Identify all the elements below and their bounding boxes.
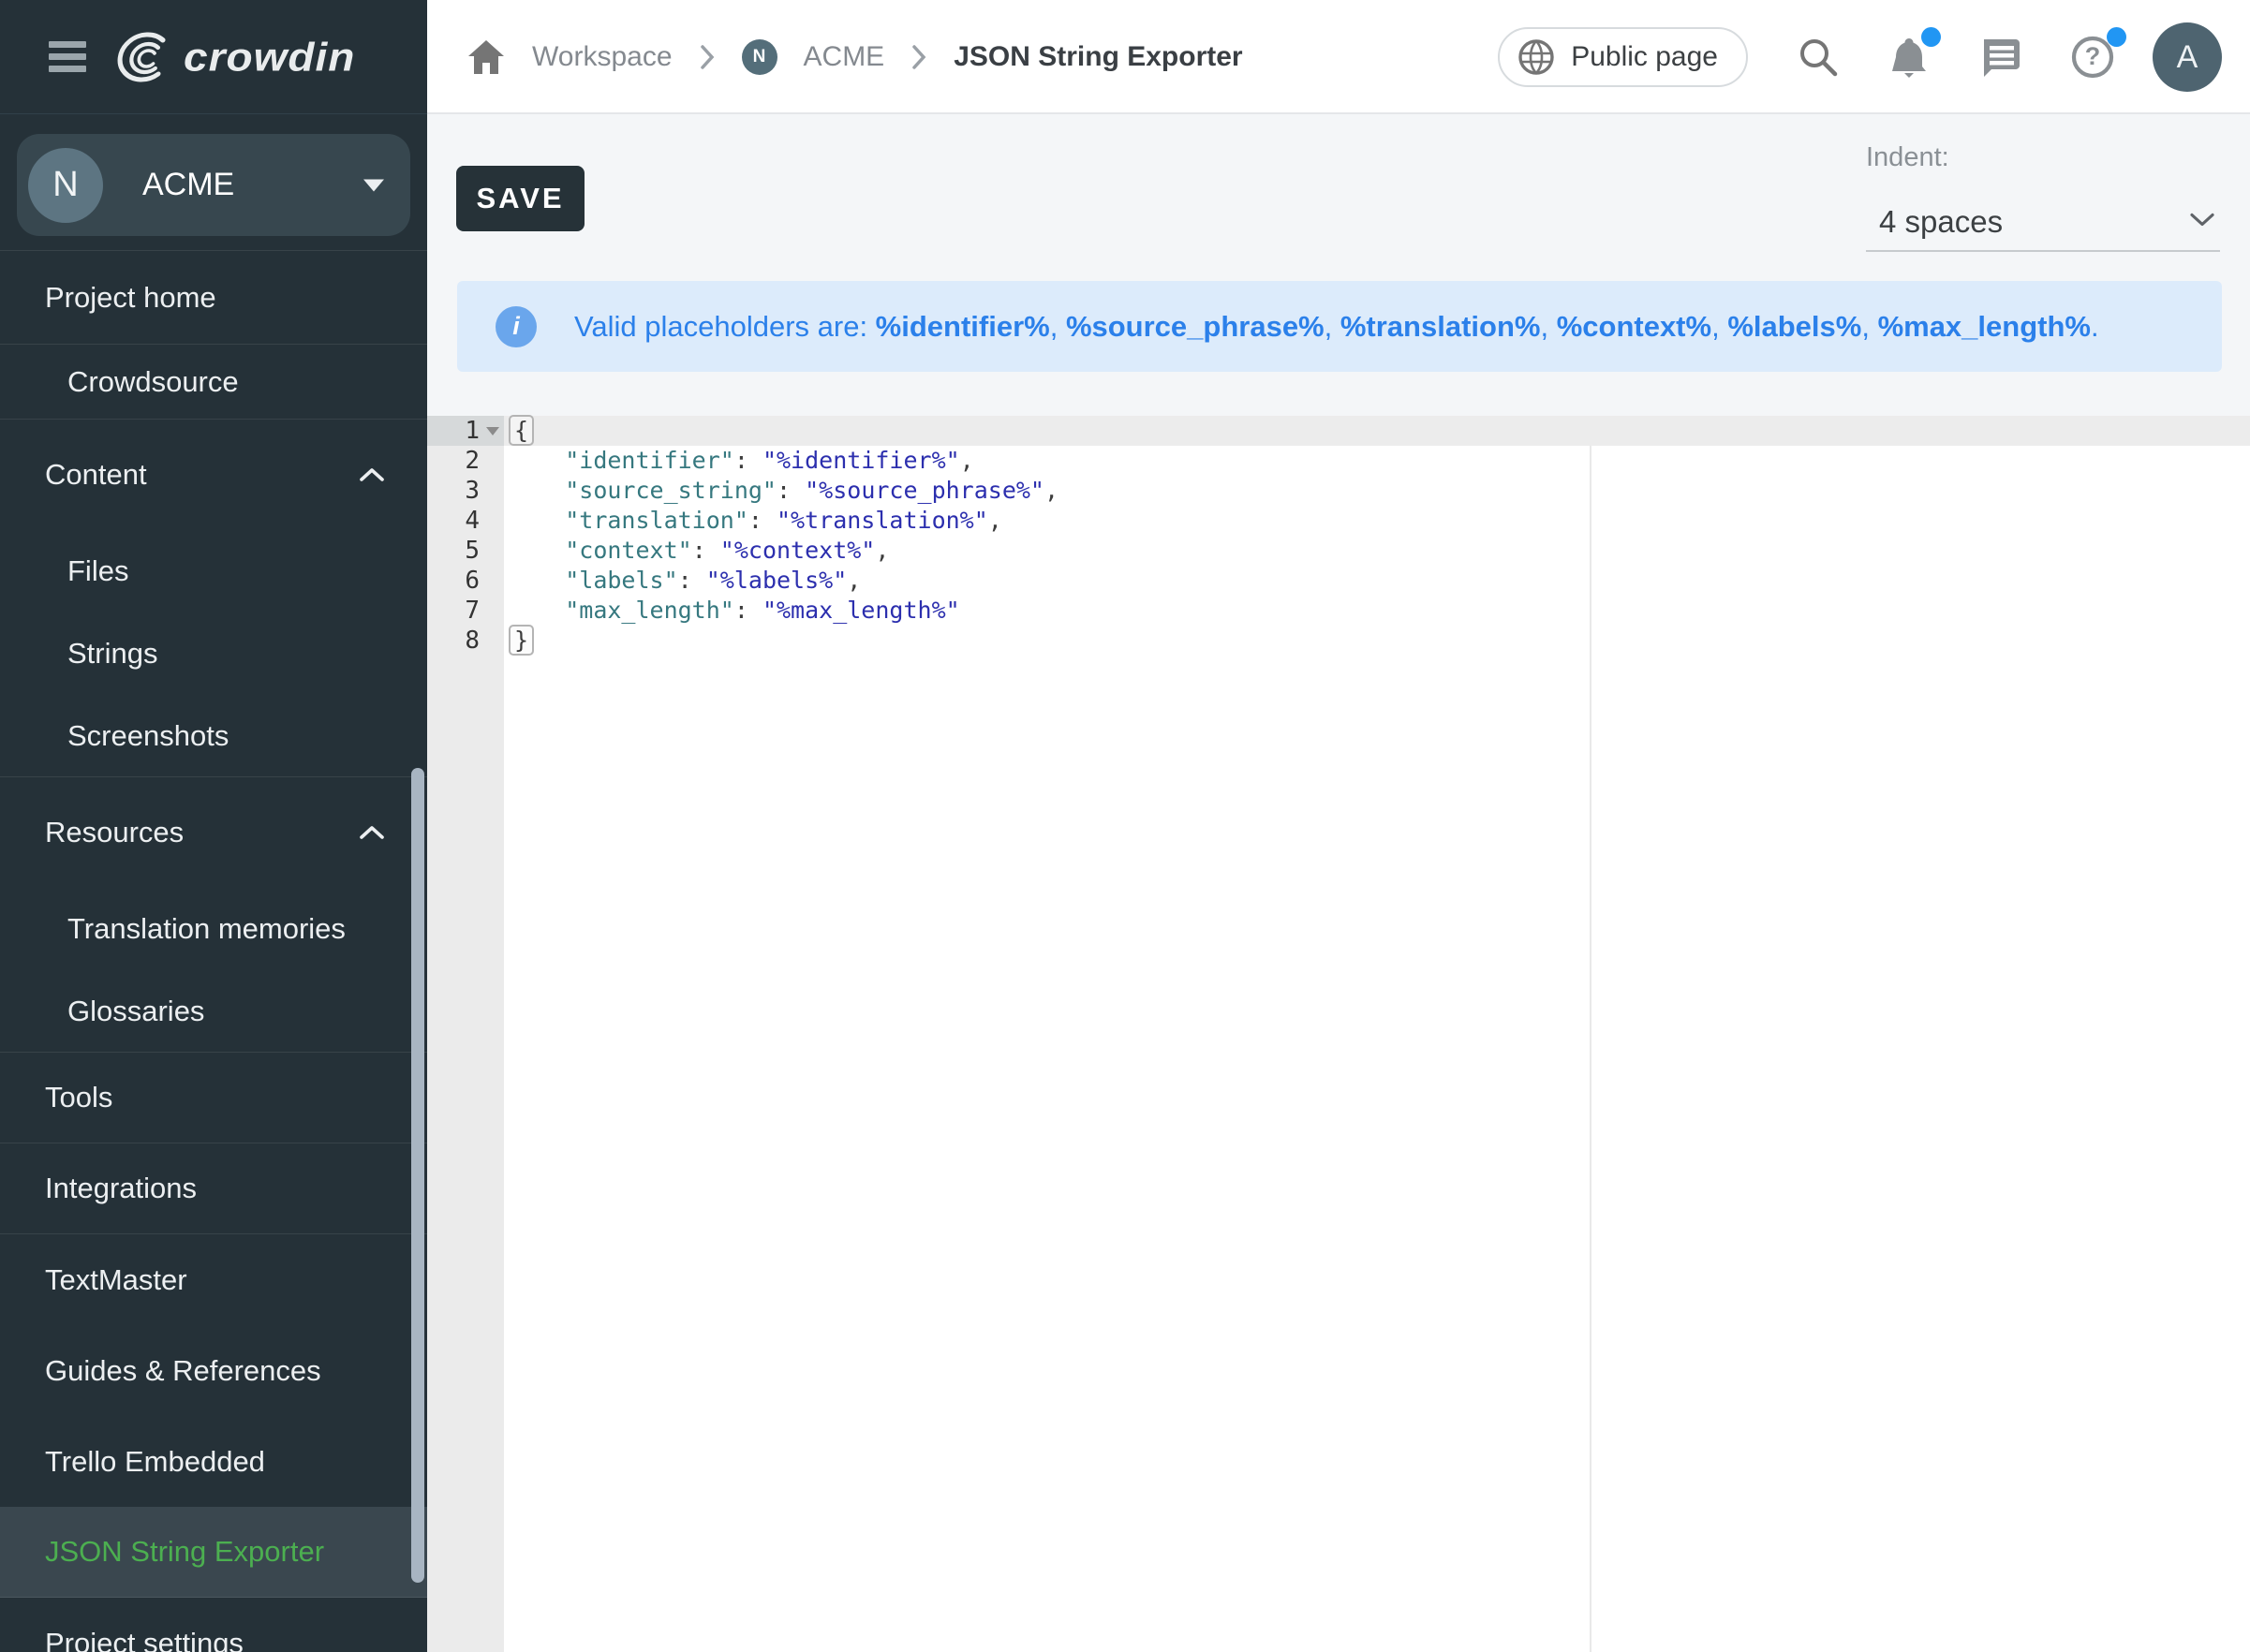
user-avatar[interactable]: A: [2153, 22, 2222, 92]
line-content: "identifier": "%identifier%",: [504, 446, 2250, 476]
chevron-right-icon: [699, 43, 716, 71]
sidebar-item-content[interactable]: Content: [0, 420, 427, 530]
crowdin-wordmark: crowdin: [184, 34, 355, 81]
line-number: 4: [427, 506, 504, 536]
code-lines: 1 { 2 "identifier": "%identifier%", 3 "s…: [427, 416, 2250, 656]
code-editor[interactable]: 1 { 2 "identifier": "%identifier%", 3 "s…: [427, 416, 2250, 1652]
app-header: crowdin Workspace N ACME JSON String Exp…: [0, 0, 2250, 114]
indent-select[interactable]: 4 spaces: [1866, 194, 2220, 252]
breadcrumb-workspace[interactable]: Workspace: [532, 41, 673, 73]
project-avatar: N: [28, 148, 103, 223]
line-number: 3: [427, 476, 504, 506]
sidebar-item-translation-memories[interactable]: Translation memories: [0, 888, 427, 970]
sidebar-item-crowdsource[interactable]: Crowdsource: [0, 345, 427, 420]
sidebar-item-project-settings[interactable]: Project settings: [0, 1598, 427, 1652]
public-page-button[interactable]: Public page: [1498, 27, 1748, 87]
line-number: 6: [427, 566, 504, 596]
code-line[interactable]: 4 "translation": "%translation%",: [427, 506, 2250, 536]
breadcrumb-project-badge: N: [742, 39, 777, 75]
code-line[interactable]: 2 "identifier": "%identifier%",: [427, 446, 2250, 476]
line-content: {: [504, 416, 2250, 446]
code-line[interactable]: 1 {: [427, 416, 2250, 446]
line-content: }: [504, 626, 2250, 656]
project-name: ACME: [142, 167, 234, 203]
breadcrumb-current-page: JSON String Exporter: [954, 41, 1242, 73]
svg-text:?: ?: [2085, 42, 2101, 70]
line-content: "context": "%context%",: [504, 536, 2250, 566]
sidebar-item-files[interactable]: Files: [0, 530, 427, 612]
sidebar-item-guides-references[interactable]: Guides & References: [0, 1325, 427, 1416]
crowdin-logo[interactable]: crowdin: [116, 27, 355, 87]
chevron-down-icon: [2188, 211, 2216, 234]
line-content: "max_length": "%max_length%": [504, 596, 2250, 626]
chevron-up-icon[interactable]: [358, 823, 386, 842]
public-page-label: Public page: [1571, 41, 1718, 73]
sidebar-item-glossaries[interactable]: Glossaries: [0, 970, 427, 1053]
indent-value: 4 spaces: [1879, 204, 2003, 240]
messages-chat-icon[interactable]: [1978, 36, 2021, 79]
sidebar-item-strings[interactable]: Strings: [0, 612, 427, 695]
hamburger-menu-icon[interactable]: [49, 41, 86, 72]
main-content: SAVE Indent: 4 spaces i Valid placeholde…: [427, 114, 2250, 1652]
line-content: "source_string": "%source_phrase%",: [504, 476, 2250, 506]
code-line[interactable]: 5 "context": "%context%",: [427, 536, 2250, 566]
sidebar-item-json-string-exporter[interactable]: JSON String Exporter: [0, 1507, 427, 1598]
breadcrumb-project[interactable]: ACME: [804, 41, 885, 73]
triangle-down-icon: [363, 179, 384, 191]
notification-dot: [1921, 27, 1941, 47]
search-icon[interactable]: [1797, 36, 1840, 79]
sidebar-item-resources[interactable]: Resources: [0, 777, 427, 888]
info-banner: i Valid placeholders are: %identifier%, …: [457, 281, 2222, 372]
line-number: 8: [427, 626, 504, 656]
line-number: 7: [427, 596, 504, 626]
globe-icon: [1517, 37, 1556, 77]
banner-text: Valid placeholders are: %identifier%, %s…: [574, 310, 2099, 344]
sidebar-item-trello-embedded[interactable]: Trello Embedded: [0, 1416, 427, 1507]
info-icon: i: [496, 306, 537, 347]
logo-block: crowdin: [0, 0, 427, 114]
sidebar-item-textmaster[interactable]: TextMaster: [0, 1234, 427, 1325]
chevron-right-icon: [910, 43, 927, 71]
crowdin-swirl-icon: [116, 27, 176, 87]
sidebar-separator: [0, 236, 427, 251]
breadcrumb: Workspace N ACME JSON String Exporter: [466, 0, 1243, 114]
indent-setting: Indent: 4 spaces: [1866, 142, 2220, 252]
sidebar-item-tools[interactable]: Tools: [0, 1053, 427, 1143]
sidebar-item-screenshots[interactable]: Screenshots: [0, 695, 427, 777]
project-selector[interactable]: N ACME: [17, 134, 410, 236]
code-line[interactable]: 6 "labels": "%labels%",: [427, 566, 2250, 596]
line-number: 5: [427, 536, 504, 566]
code-line[interactable]: 3 "source_string": "%source_phrase%",: [427, 476, 2250, 506]
help-dot: [2107, 27, 2126, 47]
sidebar-scrollbar[interactable]: [411, 768, 424, 1583]
fold-triangle-icon[interactable]: [486, 427, 499, 435]
line-content: "labels": "%labels%",: [504, 566, 2250, 596]
line-content: "translation": "%translation%",: [504, 506, 2250, 536]
code-line[interactable]: 8 }: [427, 626, 2250, 656]
header-actions: Public page: [1498, 0, 2222, 114]
line-number: 2: [427, 446, 504, 476]
sidebar-nav: Project home Crowdsource Content Files S…: [0, 251, 427, 1652]
notifications-bell-icon[interactable]: [1888, 35, 1930, 80]
home-icon[interactable]: [466, 38, 506, 76]
save-button[interactable]: SAVE: [456, 166, 585, 231]
line-number: 1: [427, 416, 504, 446]
sidebar-item-integrations[interactable]: Integrations: [0, 1143, 427, 1234]
sidebar-item-project-home[interactable]: Project home: [0, 251, 427, 345]
help-icon[interactable]: ?: [2070, 35, 2115, 80]
chevron-up-icon[interactable]: [358, 465, 386, 484]
code-line[interactable]: 7 "max_length": "%max_length%": [427, 596, 2250, 626]
indent-label: Indent:: [1866, 142, 2220, 173]
sidebar: N ACME Project home Crowdsource Content …: [0, 114, 427, 1652]
